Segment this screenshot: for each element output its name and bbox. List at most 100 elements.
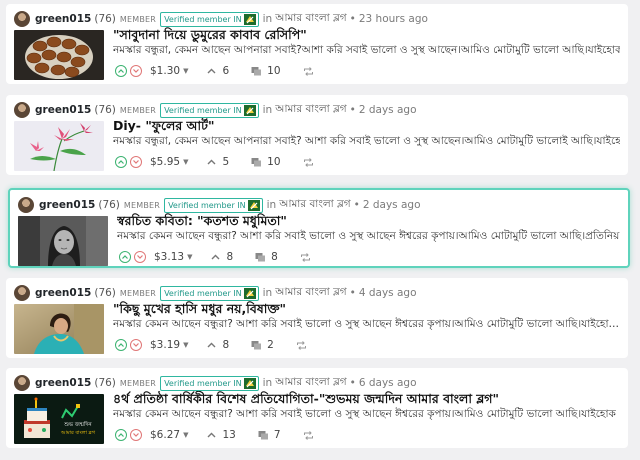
reputation: (76) <box>94 104 116 116</box>
vote-count[interactable]: 8 <box>222 339 229 351</box>
post-time[interactable]: 2 days ago <box>363 199 421 211</box>
post-excerpt[interactable]: নমস্কার বন্ধুরা, কেমন আছেন আপনারা সবাই?আ… <box>113 43 620 60</box>
post-actions: $1.30 ▼ 6 10 <box>115 62 319 80</box>
post-actions: $5.95 ▼ 5 10 <box>115 153 319 171</box>
verified-badge: Verified member IN <box>160 102 259 118</box>
verified-badge: Verified member IN <box>160 375 259 391</box>
avatar[interactable] <box>14 375 30 391</box>
avatar[interactable] <box>14 102 30 118</box>
community-link[interactable]: আমার বাংলা ব্লগ <box>279 197 350 214</box>
reputation: (76) <box>94 377 116 389</box>
community-badge-icon <box>247 199 260 211</box>
avatar[interactable] <box>18 197 34 213</box>
author-link[interactable]: green015 <box>35 13 91 25</box>
post-thumbnail[interactable] <box>14 121 104 171</box>
community-link[interactable]: আমার বাংলা ব্লগ <box>275 11 346 28</box>
upvote-button[interactable] <box>115 156 127 168</box>
badge-label: Verified member IN <box>164 105 242 115</box>
payout-value[interactable]: $5.95 <box>150 156 180 168</box>
chevron-up-icon <box>118 69 124 73</box>
community-link[interactable]: আমার বাংলা ব্লগ <box>275 375 346 392</box>
separator: • <box>353 199 360 211</box>
upvote-button[interactable] <box>115 339 127 351</box>
vote-count[interactable]: 8 <box>226 251 233 263</box>
in-label: in <box>262 104 273 116</box>
post-excerpt[interactable]: নমস্কার বন্ধুরা, কেমন আছেন আপনারা সবাই? … <box>113 134 620 151</box>
post-card-highlighted[interactable]: green015 (76) MEMBER Verified member IN … <box>8 188 630 268</box>
separator: • <box>349 287 356 299</box>
post-meta: green015 (76) MEMBER Verified member IN … <box>18 196 620 214</box>
payout-value[interactable]: $6.27 <box>150 429 180 441</box>
post-time[interactable]: 23 hours ago <box>359 13 428 25</box>
post-feed: green015 (76) MEMBER Verified member IN … <box>0 0 640 460</box>
downvote-button[interactable] <box>130 339 142 351</box>
verified-badge: Verified member IN <box>160 285 259 301</box>
post-time[interactable]: 2 days ago <box>359 104 417 116</box>
payout-value[interactable]: $3.13 <box>154 251 184 263</box>
author-link[interactable]: green015 <box>39 199 95 211</box>
payout-dropdown-icon[interactable]: ▼ <box>183 431 188 439</box>
downvote-button[interactable] <box>134 251 146 263</box>
downvote-button[interactable] <box>130 65 142 77</box>
post-thumbnail[interactable]: শুভ জন্মদিন আমার বাংলা ব্লগ <box>14 394 104 444</box>
post-excerpt[interactable]: নমস্কার কেমন আছেন বন্ধুরা? আশা করি সবাই … <box>113 317 620 334</box>
post-thumbnail[interactable] <box>18 216 108 266</box>
comments-icon <box>251 157 262 166</box>
post-excerpt[interactable]: নমস্কার কেমন আছেন বন্ধুরা? আশা করি সবাই … <box>117 229 620 246</box>
author-link[interactable]: green015 <box>35 287 91 299</box>
payout-dropdown-icon[interactable]: ▼ <box>183 67 188 75</box>
post-time[interactable]: 6 days ago <box>359 377 417 389</box>
reblog-icon[interactable] <box>303 157 314 168</box>
reblog-icon[interactable] <box>300 252 311 263</box>
payout-value[interactable]: $3.19 <box>150 339 180 351</box>
upvote-button[interactable] <box>119 251 131 263</box>
comment-count[interactable]: 10 <box>267 156 280 168</box>
avatar[interactable] <box>14 11 30 27</box>
vote-count[interactable]: 5 <box>222 156 229 168</box>
downvote-button[interactable] <box>130 156 142 168</box>
vote-count[interactable]: 6 <box>222 65 229 77</box>
community-link[interactable]: আমার বাংলা ব্লগ <box>275 102 346 119</box>
votes-icon <box>207 342 216 347</box>
badge-label: Verified member IN <box>164 14 242 24</box>
post-meta: green015 (76) MEMBER Verified member IN … <box>14 374 620 392</box>
comments-icon <box>251 340 262 349</box>
post-time[interactable]: 4 days ago <box>359 287 417 299</box>
member-label: MEMBER <box>119 105 157 115</box>
chevron-up-icon <box>122 255 128 259</box>
votes-icon <box>207 432 216 437</box>
votes-icon <box>211 254 220 259</box>
post-card[interactable]: green015 (76) MEMBER Verified member IN … <box>6 95 628 175</box>
payout-value[interactable]: $1.30 <box>150 65 180 77</box>
post-thumbnail[interactable] <box>14 304 104 354</box>
downvote-button[interactable] <box>130 429 142 441</box>
member-label: MEMBER <box>119 378 157 388</box>
comment-count[interactable]: 7 <box>274 429 281 441</box>
upvote-button[interactable] <box>115 65 127 77</box>
post-excerpt[interactable]: নমস্কার কেমন আছেন বন্ধুরা? আশা করি সবাই … <box>113 407 620 424</box>
reblog-icon[interactable] <box>296 340 307 351</box>
avatar[interactable] <box>14 285 30 301</box>
community-link[interactable]: আমার বাংলা ব্লগ <box>275 285 346 302</box>
vote-count[interactable]: 13 <box>222 429 235 441</box>
post-card[interactable]: green015 (76) MEMBER Verified member IN … <box>6 278 628 358</box>
reblog-icon[interactable] <box>303 66 314 77</box>
payout-dropdown-icon[interactable]: ▼ <box>187 253 192 261</box>
comment-count[interactable]: 2 <box>267 339 274 351</box>
payout-dropdown-icon[interactable]: ▼ <box>183 341 188 349</box>
payout-dropdown-icon[interactable]: ▼ <box>183 158 188 166</box>
reputation: (76) <box>94 13 116 25</box>
badge-label: Verified member IN <box>164 378 242 388</box>
reputation: (76) <box>94 287 116 299</box>
post-thumbnail[interactable] <box>14 30 104 80</box>
post-card[interactable]: green015 (76) MEMBER Verified member IN … <box>6 4 628 84</box>
comment-count[interactable]: 10 <box>267 65 280 77</box>
upvote-button[interactable] <box>115 429 127 441</box>
author-link[interactable]: green015 <box>35 377 91 389</box>
votes-icon <box>207 159 216 164</box>
comment-count[interactable]: 8 <box>271 251 278 263</box>
post-card[interactable]: green015 (76) MEMBER Verified member IN … <box>6 368 628 448</box>
reputation: (76) <box>98 199 120 211</box>
reblog-icon[interactable] <box>303 430 314 441</box>
author-link[interactable]: green015 <box>35 104 91 116</box>
